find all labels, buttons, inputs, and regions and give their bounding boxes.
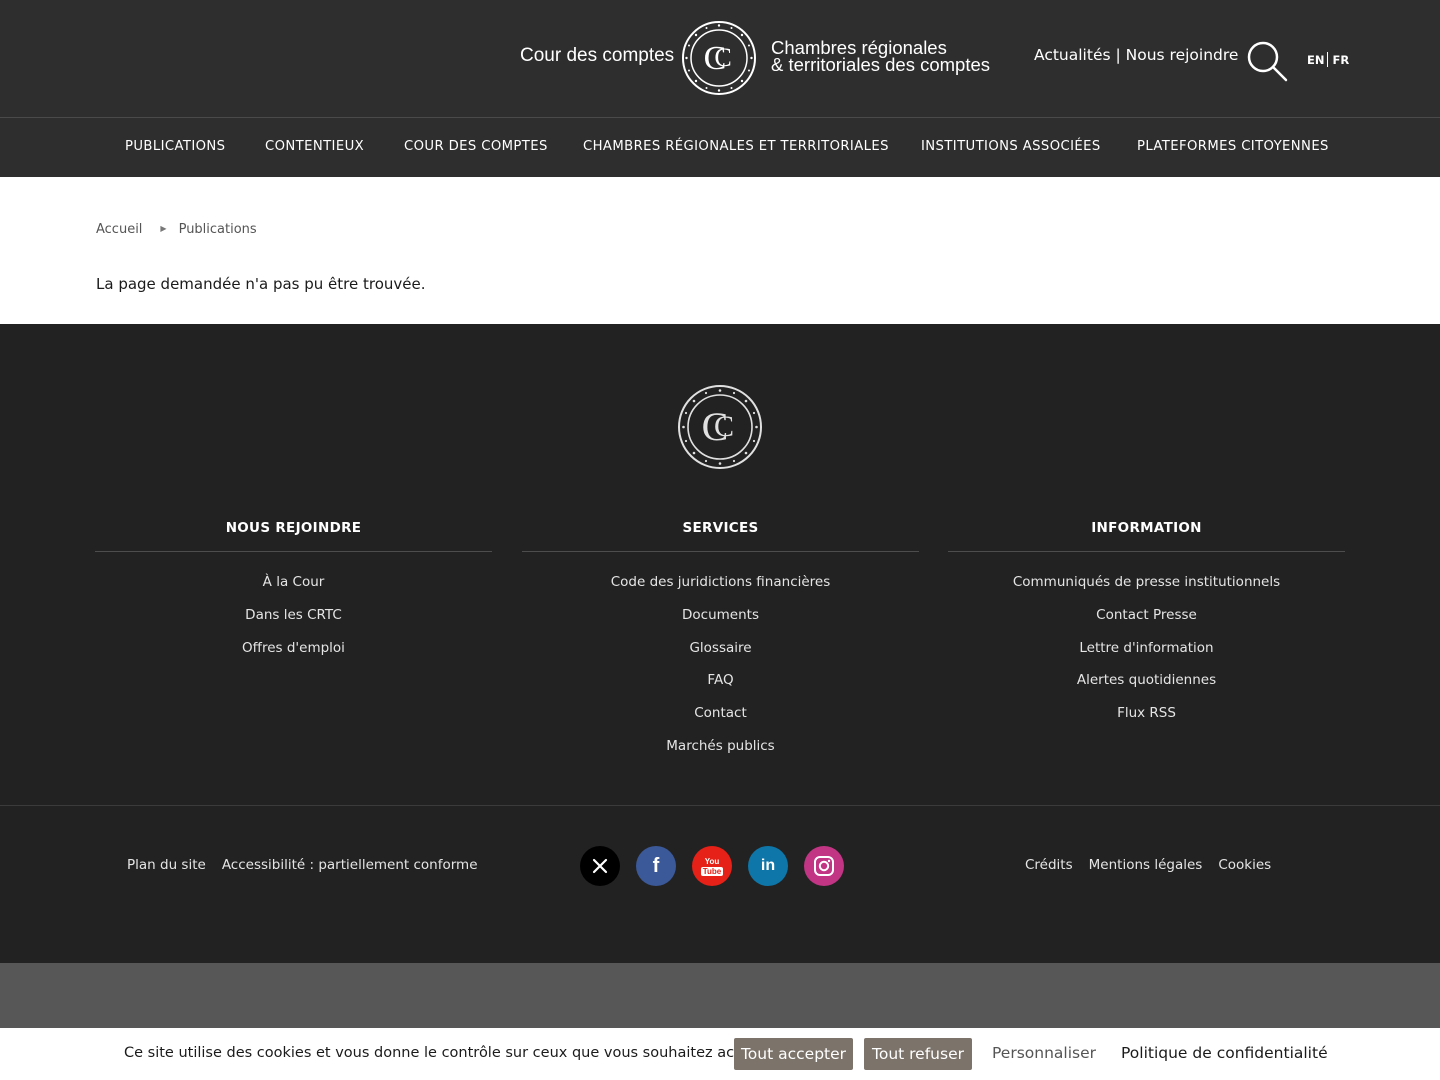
footer-link[interactable]: Flux RSS: [948, 705, 1345, 738]
nav-item-institutions-associees[interactable]: INSTITUTIONS ASSOCIÉES: [921, 139, 1101, 154]
sitemap-link[interactable]: Plan du site: [127, 857, 206, 873]
footer-link[interactable]: Contact: [522, 705, 919, 738]
join-link[interactable]: Nous rejoindre: [1126, 46, 1239, 64]
footer-link[interactable]: À la Cour: [95, 574, 492, 607]
legal-links-right: Crédits Mentions légales Cookies: [1025, 857, 1271, 873]
svg-text:C: C: [714, 410, 734, 443]
main-nav: PUBLICATIONS CONTENTIEUX COUR DES COMPTE…: [0, 117, 1440, 177]
svg-text:C: C: [714, 43, 731, 72]
nav-item-publications[interactable]: PUBLICATIONS: [125, 139, 225, 154]
brand-right-line2: & territoriales des comptes: [771, 54, 991, 75]
legal-notice-link[interactable]: Mentions légales: [1089, 857, 1203, 873]
youtube-label-top: You: [704, 856, 720, 866]
linkedin-label: in: [760, 857, 776, 874]
linkedin-icon[interactable]: in: [748, 846, 788, 886]
lang-separator: [1327, 52, 1329, 67]
footer-link[interactable]: Contact Presse: [948, 607, 1345, 640]
accept-all-button[interactable]: Tout accepter: [734, 1038, 853, 1070]
footer-link[interactable]: Lettre d'information: [948, 640, 1345, 673]
nav-item-contentieux[interactable]: CONTENTIEUX: [265, 139, 364, 154]
privacy-policy-link[interactable]: Politique de confidentialité: [1121, 1044, 1328, 1062]
footer-link[interactable]: Marchés publics: [522, 738, 919, 771]
footer-link[interactable]: Communiqués de presse institutionnels: [948, 574, 1345, 607]
footer-link-list: Code des juridictions financières Docume…: [522, 574, 919, 771]
footer-col-nous-rejoindre: NOUS REJOINDRE À la Cour Dans les CRTC O…: [95, 520, 492, 672]
instagram-icon[interactable]: [804, 846, 844, 886]
lang-en-link[interactable]: EN: [1307, 53, 1324, 67]
youtube-label-bottom: Tube: [700, 866, 724, 876]
footer-col-title: SERVICES: [522, 520, 919, 552]
page-overlay-band: [0, 963, 1440, 1028]
nav-item-cour-des-comptes[interactable]: COUR DES COMPTES: [404, 139, 548, 154]
brand-chambres-regionales[interactable]: Chambres régionales & territoriales des …: [771, 38, 991, 75]
footer-link[interactable]: Glossaire: [522, 640, 919, 673]
site-footer: C C NOUS REJOINDRE À la Cour Dans les CR…: [0, 324, 1440, 963]
footer-logo[interactable]: C C: [677, 384, 763, 470]
news-link[interactable]: Actualités: [1034, 46, 1111, 64]
footer-link[interactable]: Offres d'emploi: [95, 640, 492, 673]
not-found-message: La page demandée n'a pas pu être trouvée…: [96, 275, 426, 293]
top-links: Actualités | Nous rejoindre: [1034, 46, 1238, 64]
accessibility-link[interactable]: Accessibilité : partiellement conforme: [222, 857, 478, 873]
cookie-text: Ce site utilise des cookies et vous donn…: [124, 1045, 768, 1061]
footer-col-title: INFORMATION: [948, 520, 1345, 552]
footer-divider: [0, 805, 1440, 806]
cour-des-comptes-logo[interactable]: C C: [681, 20, 757, 96]
footer-col-information: INFORMATION Communiqués de presse instit…: [948, 520, 1345, 738]
facebook-icon[interactable]: f: [636, 846, 676, 886]
legal-links-left: Plan du site Accessibilité : partiellemen…: [127, 857, 478, 873]
top-links-separator: |: [1110, 46, 1126, 64]
refuse-all-button[interactable]: Tout refuser: [864, 1038, 972, 1070]
nav-item-plateformes-citoyennes[interactable]: PLATEFORMES CITOYENNES: [1137, 139, 1329, 154]
x-icon[interactable]: [580, 846, 620, 886]
nav-item-chambres-regionales[interactable]: CHAMBRES RÉGIONALES ET TERRITORIALES: [583, 139, 889, 154]
footer-col-title: NOUS REJOINDRE: [95, 520, 492, 552]
cookie-consent-bar: Ce site utilise des cookies et vous donn…: [0, 1028, 1440, 1080]
footer-link[interactable]: Code des juridictions financières: [522, 574, 919, 607]
footer-link[interactable]: Dans les CRTC: [95, 607, 492, 640]
footer-link[interactable]: Alertes quotidiennes: [948, 672, 1345, 705]
customize-button[interactable]: Personnaliser: [992, 1044, 1096, 1062]
cookies-link[interactable]: Cookies: [1218, 857, 1271, 873]
breadcrumb-home[interactable]: Accueil: [96, 222, 142, 237]
footer-link[interactable]: FAQ: [522, 672, 919, 705]
youtube-icon[interactable]: You Tube: [692, 846, 732, 886]
lang-fr-link[interactable]: FR: [1332, 53, 1349, 67]
footer-col-services: SERVICES Code des juridictions financièr…: [522, 520, 919, 771]
footer-link-list: Communiqués de presse institutionnels Co…: [948, 574, 1345, 738]
search-icon[interactable]: [1246, 40, 1288, 82]
language-switcher: EN FR: [1307, 52, 1349, 67]
footer-link[interactable]: Documents: [522, 607, 919, 640]
brand-cour-des-comptes[interactable]: Cour des comptes: [520, 45, 674, 67]
breadcrumb: Accueil ▶ Publications: [96, 222, 257, 237]
breadcrumb-arrow-icon: ▶: [160, 224, 167, 233]
site-header: Cour des comptes C C Chambres régionales…: [0, 0, 1440, 117]
breadcrumb-current[interactable]: Publications: [179, 222, 257, 237]
footer-link-list: À la Cour Dans les CRTC Offres d'emploi: [95, 574, 492, 672]
credits-link[interactable]: Crédits: [1025, 857, 1073, 873]
